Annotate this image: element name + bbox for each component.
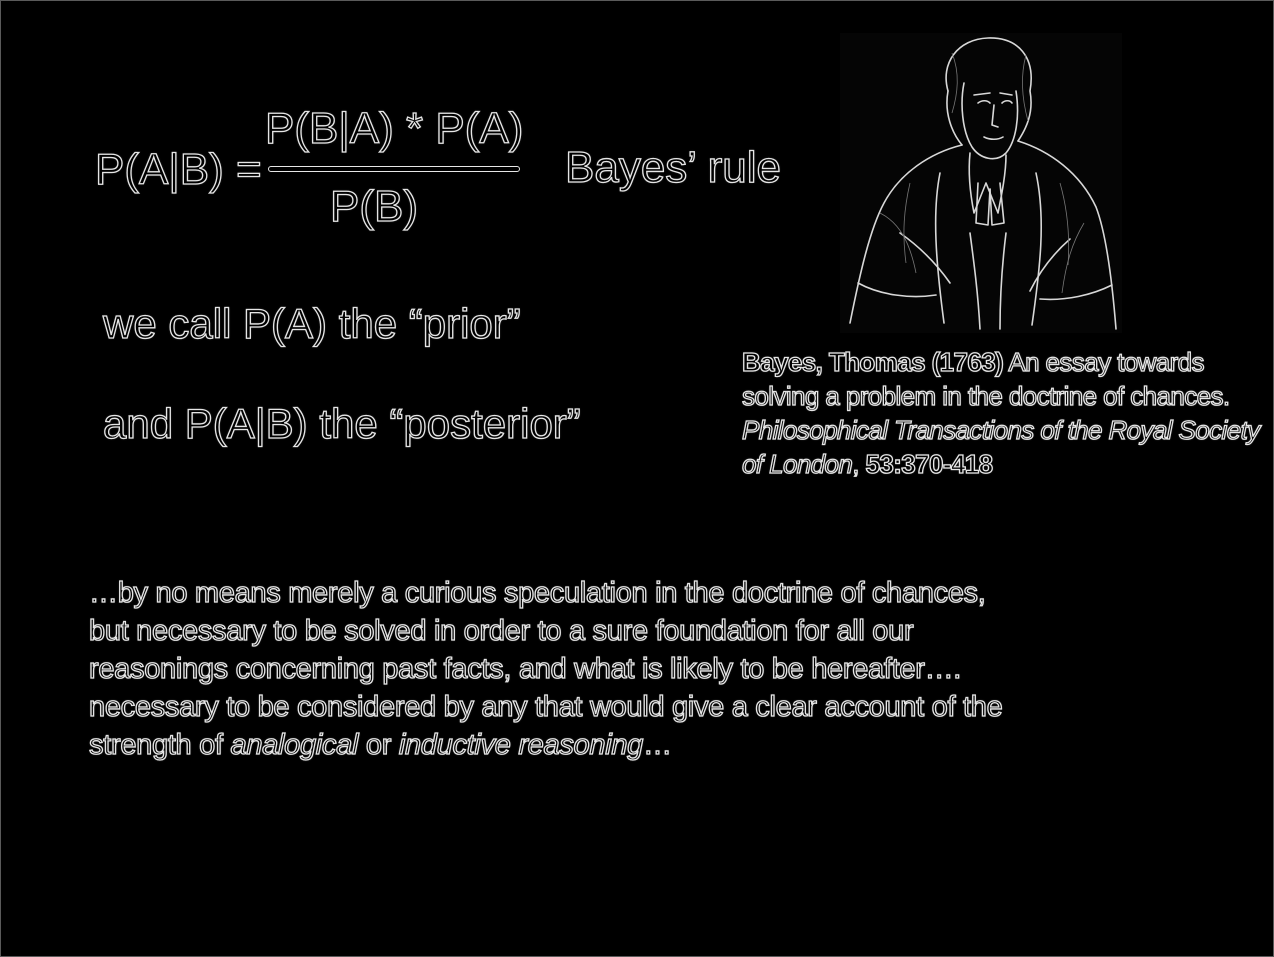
prior-definition: we call P(A) the “prior” bbox=[102, 299, 521, 347]
quote-text: strength of bbox=[88, 728, 231, 761]
quote-line: but necessary to be solved in order to a… bbox=[88, 614, 914, 647]
quote-emphasis: inductive reasoning bbox=[398, 728, 644, 761]
bayes-portrait bbox=[840, 33, 1122, 333]
citation-author: Bayes, Thomas (1763) bbox=[741, 346, 1004, 377]
quote-line: reasonings concerning past facts, and wh… bbox=[88, 652, 962, 685]
portrait-icon bbox=[849, 37, 1117, 330]
quote-text: or bbox=[358, 728, 399, 761]
bayes-quote: …by no means merely a curious speculatio… bbox=[88, 574, 1169, 764]
posterior-definition: and P(A|B) the “posterior” bbox=[102, 399, 581, 447]
quote-emphasis: analogical bbox=[230, 728, 359, 761]
citation-sep: , bbox=[852, 448, 866, 479]
quote-line: …by no means merely a curious speculatio… bbox=[88, 576, 986, 609]
citation-pages: 53:370-418 bbox=[865, 448, 994, 479]
citation: Bayes, Thomas (1763) An essay towards so… bbox=[741, 345, 1267, 481]
formula-denominator: P(B) bbox=[329, 181, 418, 231]
formula-lhs: P(A|B) = bbox=[94, 144, 262, 194]
formula-numerator: P(B|A) * P(A) bbox=[264, 103, 524, 153]
citation-journal: Philosophical Transactions of the Royal … bbox=[741, 414, 1261, 479]
quote-line: strength of analogical or inductive reas… bbox=[88, 726, 1169, 764]
quote-line: necessary to be considered by any that w… bbox=[88, 690, 1003, 723]
quote-text: … bbox=[642, 728, 672, 761]
fraction-bar bbox=[268, 166, 520, 172]
rule-name: Bayes’ rule bbox=[564, 142, 782, 192]
